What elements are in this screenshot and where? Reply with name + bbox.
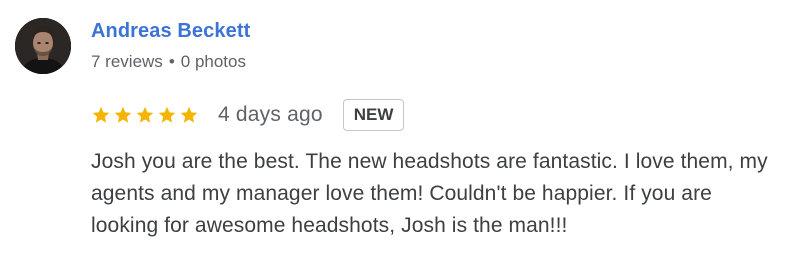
meta-separator: • (168, 52, 175, 71)
reviewer-meta: 7 reviews • 0 photos (91, 52, 246, 72)
avatar[interactable] (15, 18, 71, 74)
reviewer-name[interactable]: Andreas Beckett (91, 20, 250, 43)
star-icon (180, 106, 198, 123)
star-icon (114, 106, 132, 123)
photos-count: 0 photos (180, 52, 246, 71)
star-icon (136, 106, 154, 123)
review-card: Andreas Beckett 7 reviews • 0 photos 4 day… (0, 0, 800, 264)
star-icon (158, 106, 176, 123)
reviews-count: 7 reviews (91, 52, 163, 71)
review-text: Josh you are the best. The new headshots… (91, 150, 768, 237)
star-icon (92, 106, 110, 123)
review-date: 4 days ago (218, 103, 323, 126)
avatar-photo (15, 18, 71, 74)
rating-row: 4 days ago NEW (91, 95, 405, 135)
new-badge: NEW (342, 99, 405, 131)
star-rating (91, 105, 199, 125)
